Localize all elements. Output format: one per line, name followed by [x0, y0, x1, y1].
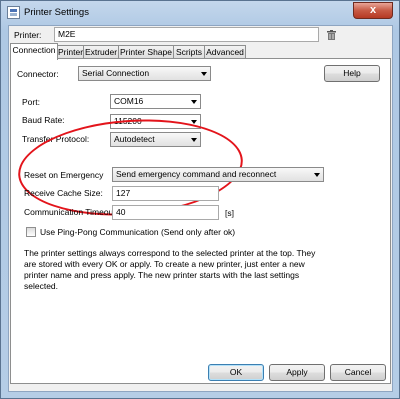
reset-on-emergency-dropdown[interactable]: Send emergency command and reconnect: [112, 167, 324, 182]
baud-rate-label: Baud Rate:: [22, 115, 65, 125]
reset-on-emergency-value: Send emergency command and reconnect: [116, 169, 277, 179]
info-line: The printer settings always correspond t…: [24, 248, 316, 258]
ping-pong-checkbox[interactable]: [26, 227, 36, 237]
receive-cache-size-label: Receive Cache Size:: [24, 188, 103, 198]
printer-combobox[interactable]: M2E: [54, 27, 319, 42]
ok-label: OK: [229, 367, 243, 377]
close-button[interactable]: x: [353, 2, 393, 19]
printer-settings-icon: [7, 6, 20, 19]
tab-printer-shape[interactable]: Printer Shape: [118, 45, 174, 59]
tab-printer[interactable]: Printer: [57, 45, 84, 59]
close-icon: x: [369, 4, 377, 16]
tab-advanced[interactable]: Advanced: [204, 45, 246, 59]
help-label: Help: [343, 68, 361, 78]
tab-label: Scripts: [176, 47, 202, 57]
tab-extruder[interactable]: Extruder: [83, 45, 119, 59]
tab-label: Advanced: [206, 47, 244, 57]
connector-value: Serial Connection: [82, 68, 150, 78]
info-text: The printer settings always correspond t…: [24, 248, 315, 292]
cancel-button[interactable]: Cancel: [330, 364, 386, 381]
timeout-unit: [s]: [225, 208, 234, 218]
trash-icon[interactable]: [327, 30, 336, 40]
port-label: Port:: [22, 97, 40, 107]
printer-label: Printer:: [14, 30, 42, 40]
communication-timeout-value: 40: [116, 207, 126, 217]
receive-cache-size-value: 127: [116, 188, 131, 198]
connection-tab-panel: Connector: Serial Connection Help Port: …: [10, 58, 391, 384]
chevron-down-icon: [201, 72, 207, 76]
dialog-body: Printer: M2E Connection Printer Extruder…: [8, 25, 393, 392]
chevron-down-icon: [314, 173, 320, 177]
info-line: printer name and press apply. The new pr…: [24, 270, 300, 280]
printer-value: M2E: [58, 29, 76, 39]
info-line: are stored with every OK or apply. To cr…: [24, 259, 305, 269]
tab-label: Printer: [58, 47, 84, 57]
apply-button[interactable]: Apply: [269, 364, 325, 381]
connector-dropdown[interactable]: Serial Connection: [78, 66, 211, 81]
title-bar[interactable]: Printer Settings x: [1, 1, 399, 25]
printer-settings-window: Printer Settings x Printer: M2E Connecti…: [0, 0, 400, 399]
reset-on-emergency-label: Reset on Emergency: [24, 170, 104, 180]
communication-timeout-input[interactable]: 40: [112, 205, 219, 220]
tab-scripts[interactable]: Scripts: [173, 45, 205, 59]
port-dropdown[interactable]: COM16: [110, 94, 201, 109]
tab-connection[interactable]: Connection: [10, 43, 58, 60]
ping-pong-label[interactable]: Use Ping-Pong Communication (Send only a…: [40, 227, 235, 237]
tab-label: Connection: [12, 45, 56, 55]
port-value: COM16: [114, 96, 144, 106]
tab-label: Extruder: [84, 47, 118, 57]
communication-timeout-label: Communication Timeout:: [24, 207, 119, 217]
apply-label: Apply: [286, 367, 308, 377]
help-button[interactable]: Help: [324, 65, 380, 82]
info-line: selected.: [24, 281, 59, 291]
receive-cache-size-input[interactable]: 127: [112, 186, 219, 201]
connector-label: Connector:: [17, 69, 59, 79]
chevron-down-icon: [191, 100, 197, 104]
cancel-label: Cancel: [344, 367, 372, 377]
tab-label: Printer Shape: [120, 47, 172, 57]
window-title: Printer Settings: [24, 7, 89, 18]
ok-button[interactable]: OK: [208, 364, 264, 381]
